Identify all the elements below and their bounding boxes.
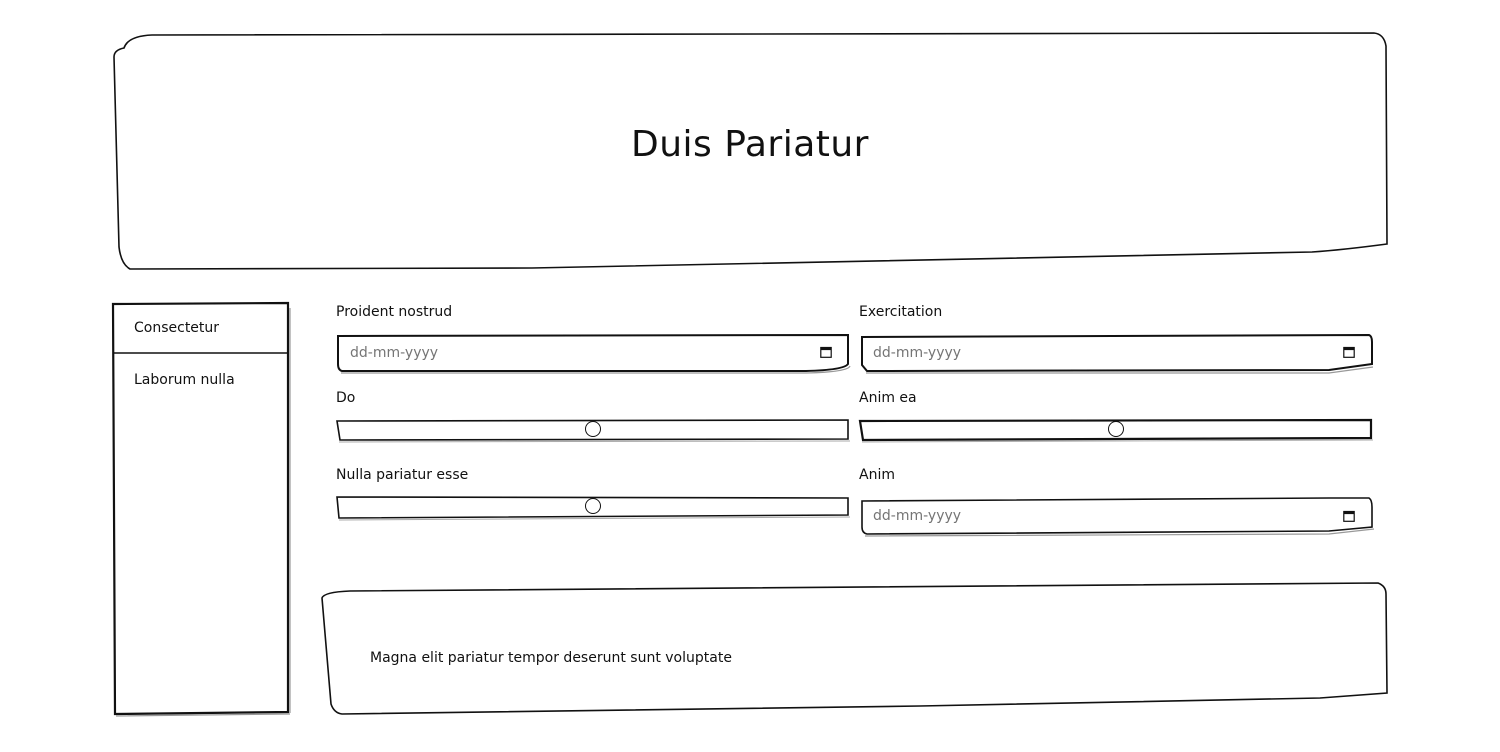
field-label-exercitation: Exercitation [859, 304, 943, 320]
field-label-do: Do [336, 390, 356, 406]
proident-nostrud-date-input[interactable] [350, 334, 810, 372]
field-label-anim: Anim [859, 467, 895, 483]
sidebar: Consectetur Laborum nulla [111, 301, 291, 717]
sidebar-item-label: Consectetur [134, 320, 220, 336]
sidebar-item-laborum-nulla[interactable]: Laborum nulla [112, 355, 288, 405]
anim-ea-slider[interactable] [858, 418, 1374, 443]
do-slider[interactable] [336, 419, 851, 443]
header-card: Duis Pariatur [112, 32, 1388, 270]
footer-card: Magna elit pariatur tempor deserunt sunt… [320, 582, 1388, 716]
footer-text: Magna elit pariatur tempor deserunt sunt… [370, 650, 732, 666]
anim-date-input[interactable] [873, 497, 1333, 535]
page: Duis Pariatur Consectetur Laborum nulla … [0, 0, 1500, 752]
page-title: Duis Pariatur [631, 124, 869, 165]
nulla-pariatur-esse-slider-handle[interactable] [585, 498, 601, 514]
nulla-pariatur-esse-slider[interactable] [336, 496, 851, 521]
anim-date-field[interactable] [859, 497, 1375, 537]
anim-ea-slider-handle[interactable] [1108, 421, 1124, 437]
sidebar-item-label: Laborum nulla [134, 372, 235, 388]
field-label-nulla-pariatur-esse: Nulla pariatur esse [336, 467, 469, 483]
exercitation-date-input[interactable] [873, 334, 1333, 372]
field-label-proident-nostrud: Proident nostrud [336, 304, 453, 320]
calendar-icon[interactable] [1343, 510, 1355, 522]
exercitation-date-field[interactable] [859, 333, 1374, 374]
calendar-icon[interactable] [820, 346, 832, 358]
field-label-anim-ea: Anim ea [859, 390, 917, 406]
sidebar-item-consectetur[interactable]: Consectetur [112, 302, 288, 354]
proident-nostrud-date-field[interactable] [336, 333, 851, 374]
do-slider-handle[interactable] [585, 421, 601, 437]
calendar-icon[interactable] [1343, 346, 1355, 358]
